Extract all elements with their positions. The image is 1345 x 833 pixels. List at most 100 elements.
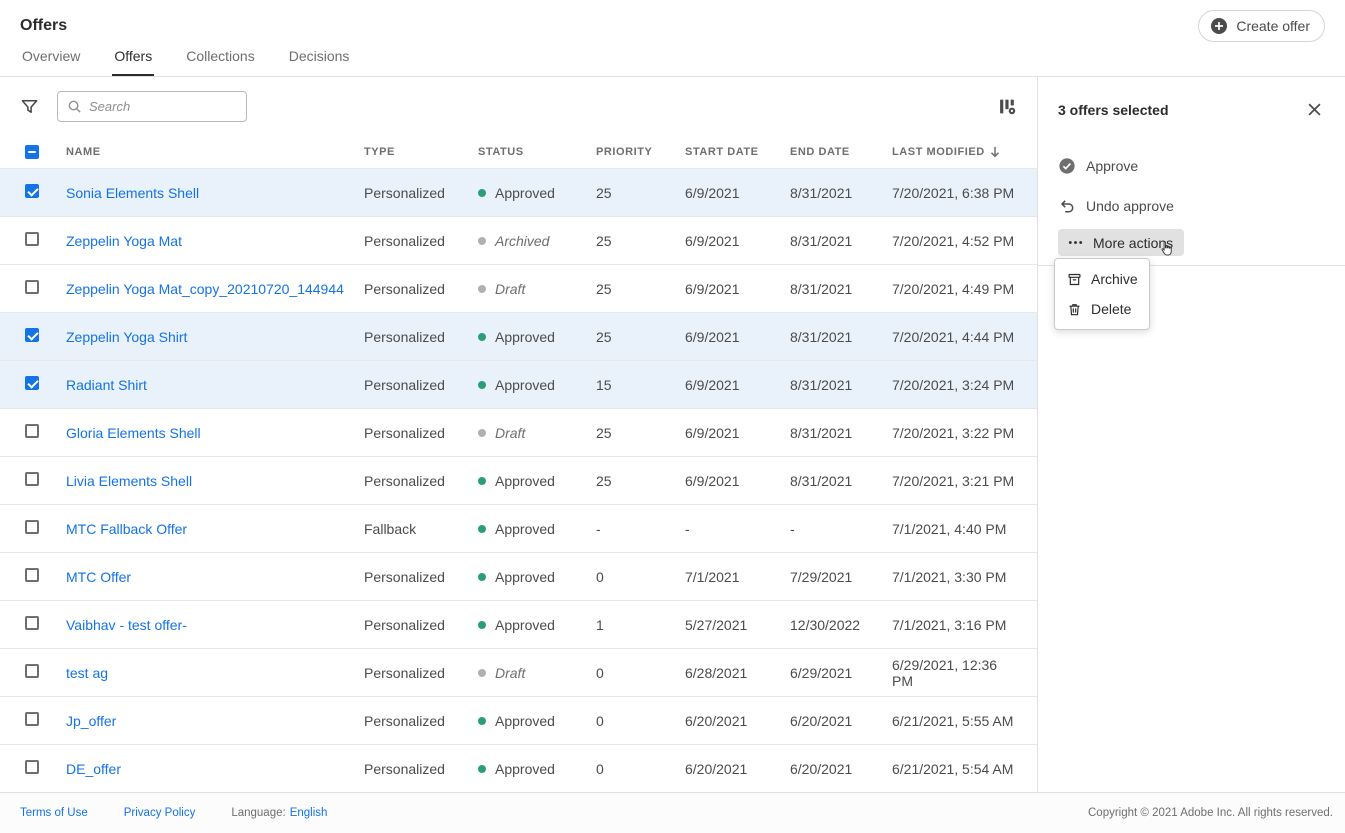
status-label: Approved [495,569,555,585]
offer-end-date: 8/31/2021 [790,377,892,393]
approve-action[interactable]: Approve [1058,146,1325,186]
status-label: Approved [495,329,555,345]
offer-type: Personalized [364,569,478,585]
table-row: MTC Fallback Offer Fallback Approved - -… [0,504,1037,552]
archive-label: Archive [1091,271,1138,287]
offer-start-date: 6/9/2021 [685,425,790,441]
offer-start-date: 6/9/2021 [685,233,790,249]
row-checkbox[interactable] [25,424,39,438]
offer-last-modified: 6/21/2021, 5:55 AM [892,713,1017,729]
tab-decisions[interactable]: Decisions [287,48,352,76]
offer-end-date: 8/31/2021 [790,473,892,489]
status-dot [478,429,486,437]
row-checkbox[interactable] [25,232,39,246]
status-label: Draft [495,425,525,441]
filter-icon[interactable] [20,97,39,116]
offer-type: Personalized [364,665,478,681]
column-header-last-modified[interactable]: Last modified [892,146,1017,158]
offer-status: Approved [478,377,596,393]
offer-status: Archived [478,233,596,249]
row-checkbox[interactable] [25,472,39,486]
column-settings-icon[interactable] [998,97,1017,116]
column-header-priority[interactable]: Priority [596,146,685,158]
offer-start-date: 6/28/2021 [685,665,790,681]
offer-priority: 0 [596,761,685,777]
column-header-end-date[interactable]: End date [790,146,892,158]
privacy-policy-link[interactable]: Privacy Policy [124,807,196,819]
offer-start-date: - [685,521,790,537]
column-header-start-date[interactable]: Start date [685,146,790,158]
offer-last-modified: 7/1/2021, 3:30 PM [892,569,1017,585]
offer-name-link[interactable]: Vaibhav - test offer- [66,617,364,633]
offer-name-link[interactable]: MTC Offer [66,569,364,585]
offer-type: Personalized [364,281,478,297]
offer-name-link[interactable]: Sonia Elements Shell [66,185,364,201]
tab-overview[interactable]: Overview [20,48,82,76]
column-header-type[interactable]: Type [364,146,478,158]
row-checkbox[interactable] [25,760,39,774]
row-checkbox[interactable] [25,328,39,342]
tab-offers[interactable]: Offers [112,48,154,76]
offer-name-link[interactable]: Livia Elements Shell [66,473,364,489]
offer-name-link[interactable]: Zeppelin Yoga Mat [66,233,364,249]
offer-end-date: 6/29/2021 [790,665,892,681]
offer-status: Approved [478,761,596,777]
offer-name-link[interactable]: Radiant Shirt [66,377,364,393]
tab-bar: Overview Offers Collections Decisions [20,48,351,76]
undo-approve-action[interactable]: Undo approve [1058,186,1325,226]
offer-start-date: 7/1/2021 [685,569,790,585]
column-header-status[interactable]: Status [478,146,596,158]
row-checkbox[interactable] [25,376,39,390]
trash-icon [1067,302,1082,317]
offer-start-date: 6/9/2021 [685,185,790,201]
terms-of-use-link[interactable]: Terms of Use [20,807,88,819]
row-checkbox[interactable] [25,520,39,534]
offer-type: Personalized [364,617,478,633]
offer-priority: - [596,521,685,537]
more-actions-button[interactable]: More actions [1058,229,1184,256]
language-link[interactable]: English [290,807,328,819]
offer-type: Personalized [364,377,478,393]
offer-last-modified: 7/20/2021, 4:52 PM [892,233,1017,249]
undo-icon [1058,197,1076,215]
offer-status: Draft [478,665,596,681]
offer-name-link[interactable]: Zeppelin Yoga Shirt [66,329,364,345]
row-checkbox[interactable] [25,184,39,198]
approve-check-icon [1058,157,1076,175]
offer-last-modified: 7/20/2021, 3:24 PM [892,377,1017,393]
menu-item-delete[interactable]: Delete [1055,294,1149,324]
menu-item-archive[interactable]: Archive [1055,264,1149,294]
close-panel-button[interactable] [1304,99,1325,120]
table-row: Livia Elements Shell Personalized Approv… [0,456,1037,504]
row-checkbox[interactable] [25,280,39,294]
row-checkbox[interactable] [25,568,39,582]
table-row: test ag Personalized Draft 0 6/28/2021 6… [0,648,1037,696]
status-dot [478,621,486,629]
more-actions-menu: Archive Delete [1054,258,1150,330]
row-checkbox[interactable] [25,664,39,678]
offer-name-link[interactable]: MTC Fallback Offer [66,521,364,537]
offer-name-link[interactable]: Gloria Elements Shell [66,425,364,441]
offer-status: Approved [478,329,596,345]
tab-collections[interactable]: Collections [184,48,256,76]
offer-last-modified: 7/20/2021, 3:21 PM [892,473,1017,489]
status-dot [478,573,486,581]
offer-name-link[interactable]: test ag [66,665,364,681]
column-header-name[interactable]: Name [66,146,364,158]
offer-start-date: 6/9/2021 [685,473,790,489]
offer-name-link[interactable]: Jp_offer [66,713,364,729]
language-label: Language: [231,807,285,819]
offer-name-link[interactable]: DE_offer [66,761,364,777]
row-checkbox[interactable] [25,712,39,726]
select-all-checkbox[interactable] [25,145,39,159]
status-dot [478,189,486,197]
offer-status: Approved [478,569,596,585]
status-label: Approved [495,617,555,633]
create-offer-button[interactable]: Create offer [1198,10,1325,42]
status-label: Approved [495,473,555,489]
offer-priority: 15 [596,377,685,393]
offer-name-link[interactable]: Zeppelin Yoga Mat_copy_20210720_144944 [66,281,364,297]
offer-start-date: 6/9/2021 [685,377,790,393]
search-input[interactable] [57,91,247,122]
row-checkbox[interactable] [25,616,39,630]
